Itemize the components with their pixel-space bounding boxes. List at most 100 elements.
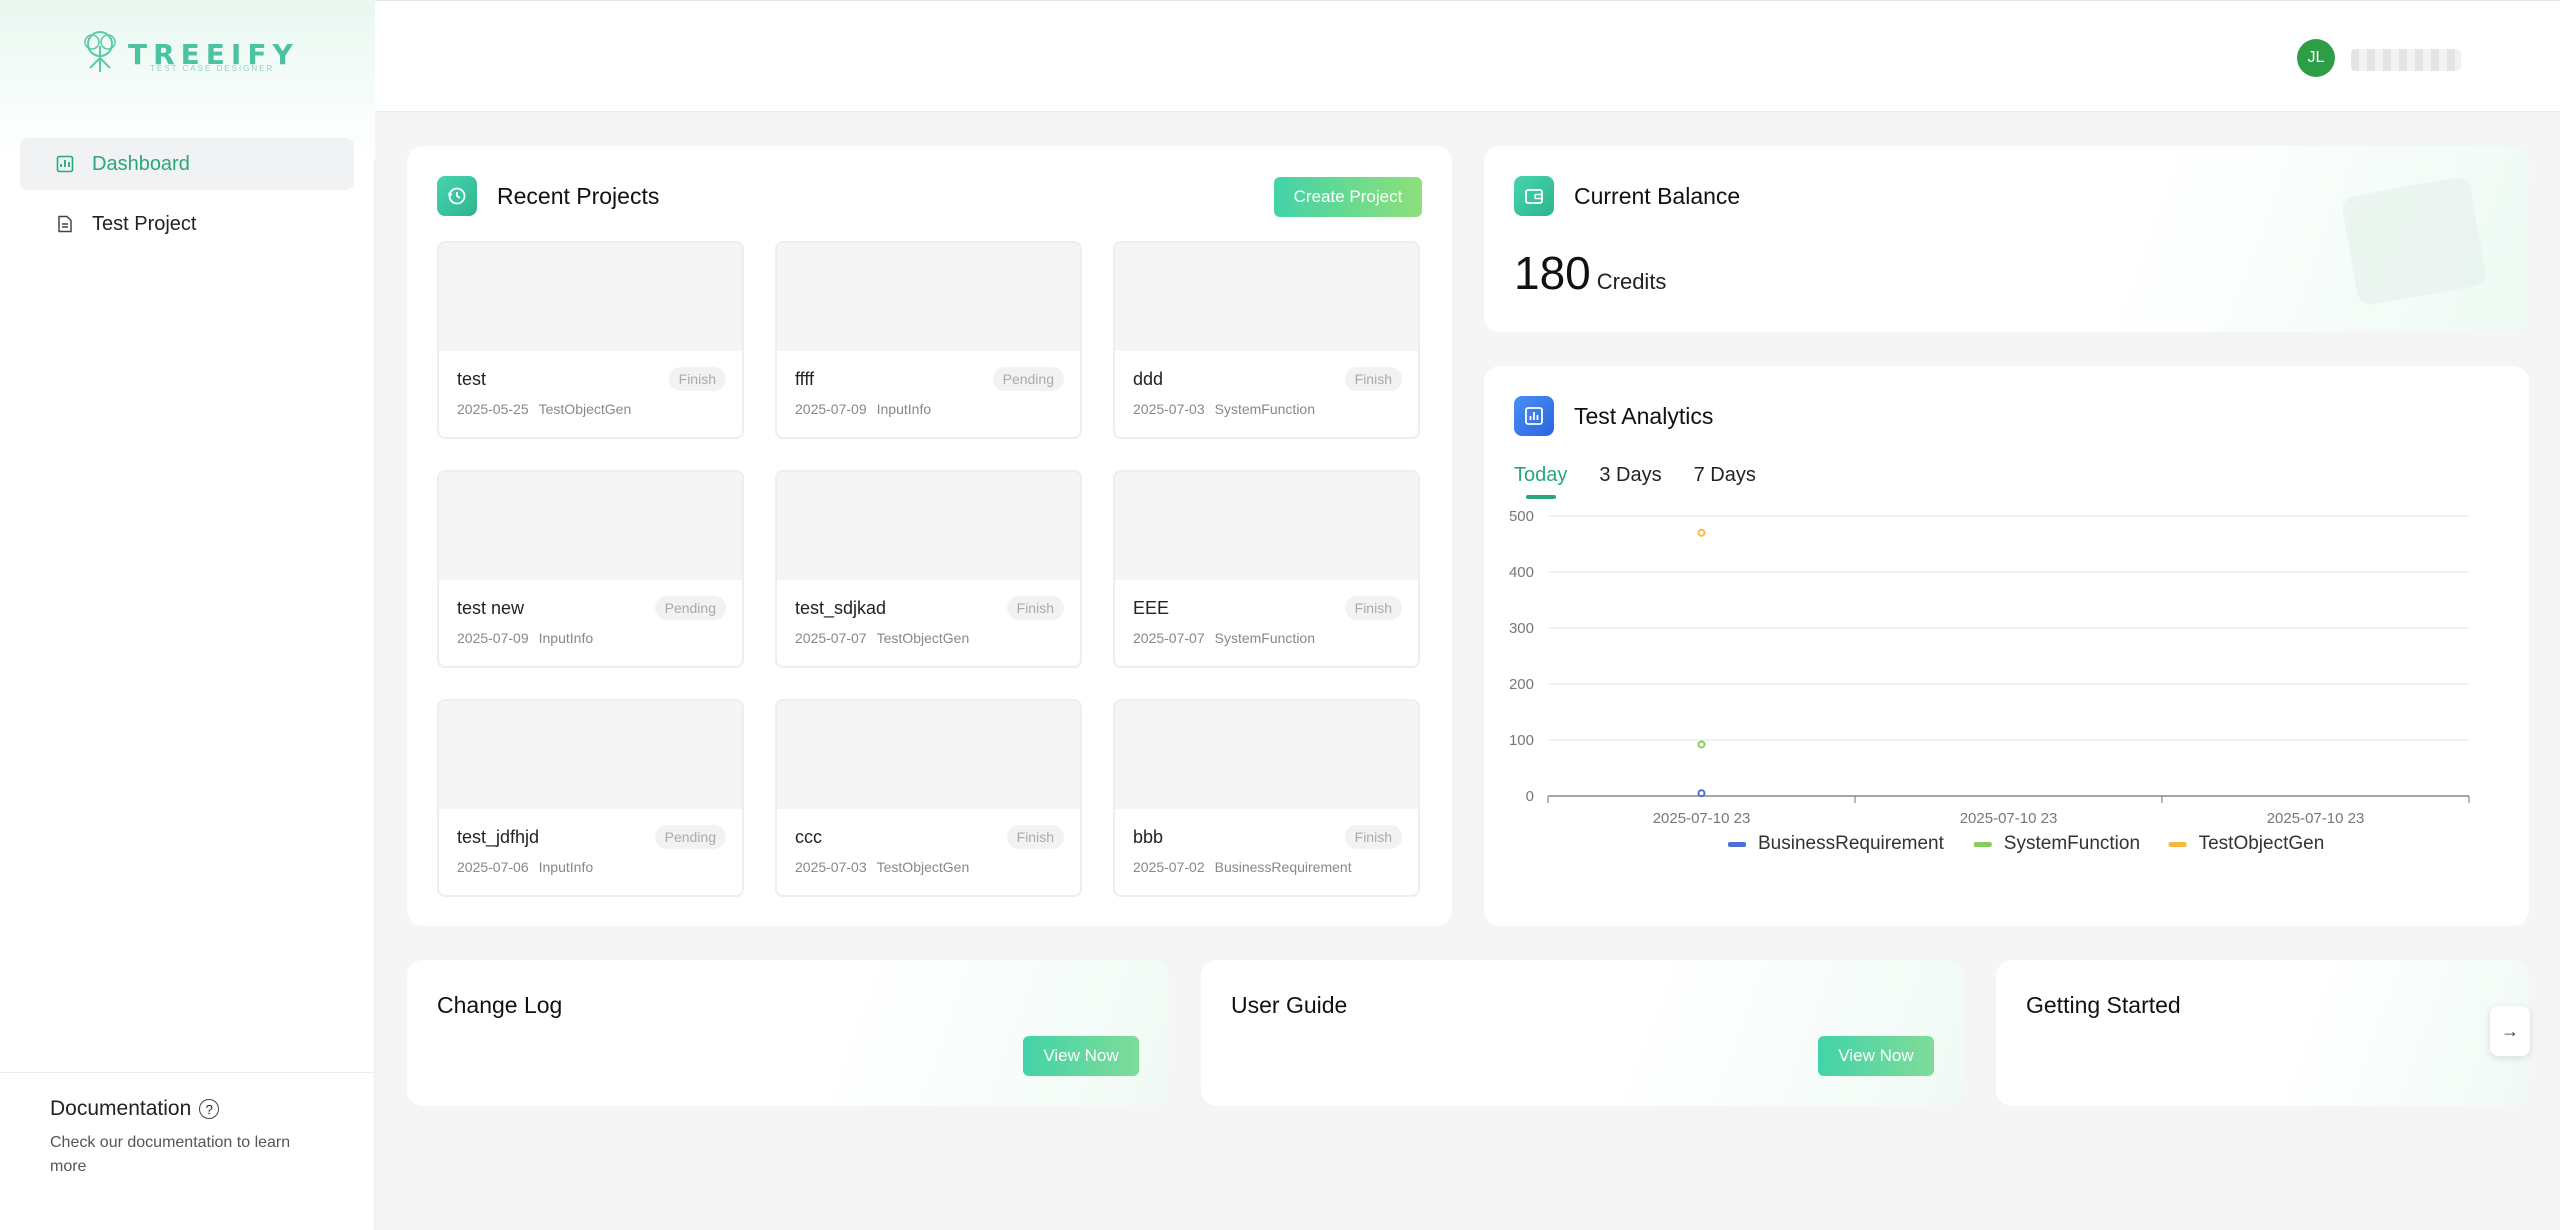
change-log-title: Change Log <box>437 992 563 1018</box>
y-tick-label: 500 <box>1509 508 1534 525</box>
tab-3-days[interactable]: 3 Days <box>1599 464 1661 499</box>
test-analytics-card: Test Analytics Today 3 Days 7 Days 0 100 2… <box>1484 366 2529 926</box>
balance-unit: Credits <box>1596 269 1667 294</box>
project-card[interactable]: ddd Finish 2025-07-03 SystemFunction <box>1113 241 1420 439</box>
history-icon <box>437 176 477 216</box>
documentation-section[interactable]: Documentation ? Check our documentation … <box>0 1072 375 1203</box>
status-badge: Finish <box>1344 596 1402 620</box>
project-thumbnail <box>777 243 1080 351</box>
data-point <box>1697 528 1706 537</box>
project-name: test new <box>457 598 525 618</box>
y-tick-label: 0 <box>1526 788 1534 805</box>
project-card[interactable]: ffff Pending 2025-07-09 InputInfo <box>775 241 1082 439</box>
logo[interactable]: TREEIFY TEST CASE DESIGNER <box>78 28 298 78</box>
y-tick-label: 400 <box>1509 564 1534 581</box>
sidebar-item-dashboard[interactable]: Dashboard <box>20 138 354 190</box>
x-tick-label: 2025-07-10 23 <box>1653 810 1751 827</box>
analytics-chart: 0 100 200 300 400 500 2025-07-10 23 2025-07-10 … <box>1509 508 2470 854</box>
project-type: InputInfo <box>876 401 932 417</box>
legend-label: BusinessRequirement <box>1758 833 1945 854</box>
status-badge: Finish <box>668 367 726 391</box>
project-date: 2025-07-03 <box>795 859 867 875</box>
legend-swatch <box>1728 842 1746 847</box>
project-type: BusinessRequirement <box>1214 859 1352 875</box>
legend-swatch <box>2168 842 2187 847</box>
project-type: TestObjectGen <box>876 630 970 646</box>
legend-label: SystemFunction <box>2004 833 2140 854</box>
change-log-view-button[interactable]: View Now <box>1023 1036 1139 1076</box>
recent-projects-title: Recent Projects <box>497 182 660 209</box>
dashboard-icon <box>56 155 74 173</box>
documentation-text: Check our documentation to learn more <box>50 1134 291 1175</box>
project-name: ffff <box>795 369 815 389</box>
project-type: TestObjectGen <box>538 401 632 417</box>
legend-swatch <box>1973 842 1992 847</box>
project-date: 2025-05-25 <box>457 401 529 417</box>
status-badge: Finish <box>1006 825 1064 849</box>
project-name: test <box>457 369 487 389</box>
project-date: 2025-07-09 <box>457 630 529 646</box>
x-tick-label: 2025-07-10 23 <box>2267 810 2365 827</box>
sidebar-header-bg <box>0 0 375 160</box>
project-card[interactable]: test new Pending 2025-07-09 InputInfo <box>437 470 744 668</box>
sidebar-item-label: Dashboard <box>92 152 190 175</box>
legend-label: TestObjectGen <box>2199 833 2325 854</box>
getting-started-title: Getting Started <box>2026 992 2181 1018</box>
status-badge: Finish <box>1344 367 1402 391</box>
project-card[interactable]: ccc Finish 2025-07-03 TestObjectGen <box>775 699 1082 897</box>
status-badge: Pending <box>654 596 726 620</box>
project-name: EEE <box>1133 598 1170 618</box>
project-card[interactable]: test Finish 2025-05-25 TestObjectGen <box>437 241 744 439</box>
sidebar-item-test-project[interactable]: Test Project <box>20 198 354 250</box>
analytics-icon <box>1514 396 1554 436</box>
project-card[interactable]: test_sdjkad Finish 2025-07-07 TestObjectGen <box>775 470 1082 668</box>
project-thumbnail <box>1115 701 1418 809</box>
create-project-button[interactable]: Create Project <box>1274 177 1422 217</box>
y-tick-label: 300 <box>1509 620 1534 637</box>
project-card[interactable]: bbb Finish 2025-07-02 BusinessRequirement <box>1113 699 1420 897</box>
project-thumbnail <box>439 243 742 351</box>
project-type: TestObjectGen <box>876 859 970 875</box>
help-icon[interactable]: ? <box>199 1099 220 1119</box>
change-log-card: Change Log View Now <box>407 960 1169 1106</box>
project-card[interactable]: test_jdfhjd Pending 2025-07-06 InputInfo <box>437 699 744 897</box>
username-blurred[interactable]: user <box>2351 49 2461 71</box>
project-grid: test Finish 2025-05-25 TestObjectGen ffff Pe… <box>437 241 1420 897</box>
project-thumbnail <box>1115 472 1418 580</box>
data-point <box>1697 740 1706 749</box>
getting-started-card: Getting Started <box>1996 960 2529 1106</box>
x-tick-label: 2025-07-10 23 <box>1960 810 2058 827</box>
test-analytics-title: Test Analytics <box>1574 402 1714 429</box>
project-type: SystemFunction <box>1214 401 1315 417</box>
project-name: test_jdfhjd <box>457 827 540 847</box>
y-tick-label: 200 <box>1509 676 1534 693</box>
status-badge: Finish <box>1344 825 1402 849</box>
top-header: JL user <box>375 0 2560 112</box>
arrow-right-icon[interactable]: → <box>2490 1006 2530 1056</box>
tab-today[interactable]: Today <box>1514 464 1567 499</box>
y-tick-label: 100 <box>1509 732 1534 749</box>
document-icon <box>58 215 72 233</box>
project-date: 2025-07-07 <box>795 630 867 646</box>
sidebar: TREEIFY TEST CASE DESIGNER Dashboard Tes… <box>0 0 375 1230</box>
project-type: InputInfo <box>538 630 594 646</box>
project-date: 2025-07-09 <box>795 401 867 417</box>
wallet-icon <box>1514 176 1554 216</box>
documentation-title: Documentation <box>50 1097 192 1120</box>
current-balance-card: Current Balance 180 Credits <box>1484 146 2529 332</box>
avatar[interactable]: JL <box>2297 39 2335 77</box>
project-thumbnail <box>439 701 742 809</box>
project-name: ddd <box>1133 369 1164 389</box>
project-date: 2025-07-02 <box>1133 859 1205 875</box>
user-guide-title: User Guide <box>1231 992 1348 1018</box>
project-name: bbb <box>1133 827 1164 847</box>
status-badge: Pending <box>992 367 1064 391</box>
tab-7-days[interactable]: 7 Days <box>1694 464 1756 499</box>
project-date: 2025-07-03 <box>1133 401 1205 417</box>
project-thumbnail <box>439 472 742 580</box>
data-point <box>1697 789 1706 798</box>
project-card[interactable]: EEE Finish 2025-07-07 SystemFunction <box>1113 470 1420 668</box>
user-guide-view-button[interactable]: View Now <box>1818 1036 1934 1076</box>
project-thumbnail <box>1115 243 1418 351</box>
project-thumbnail <box>777 472 1080 580</box>
